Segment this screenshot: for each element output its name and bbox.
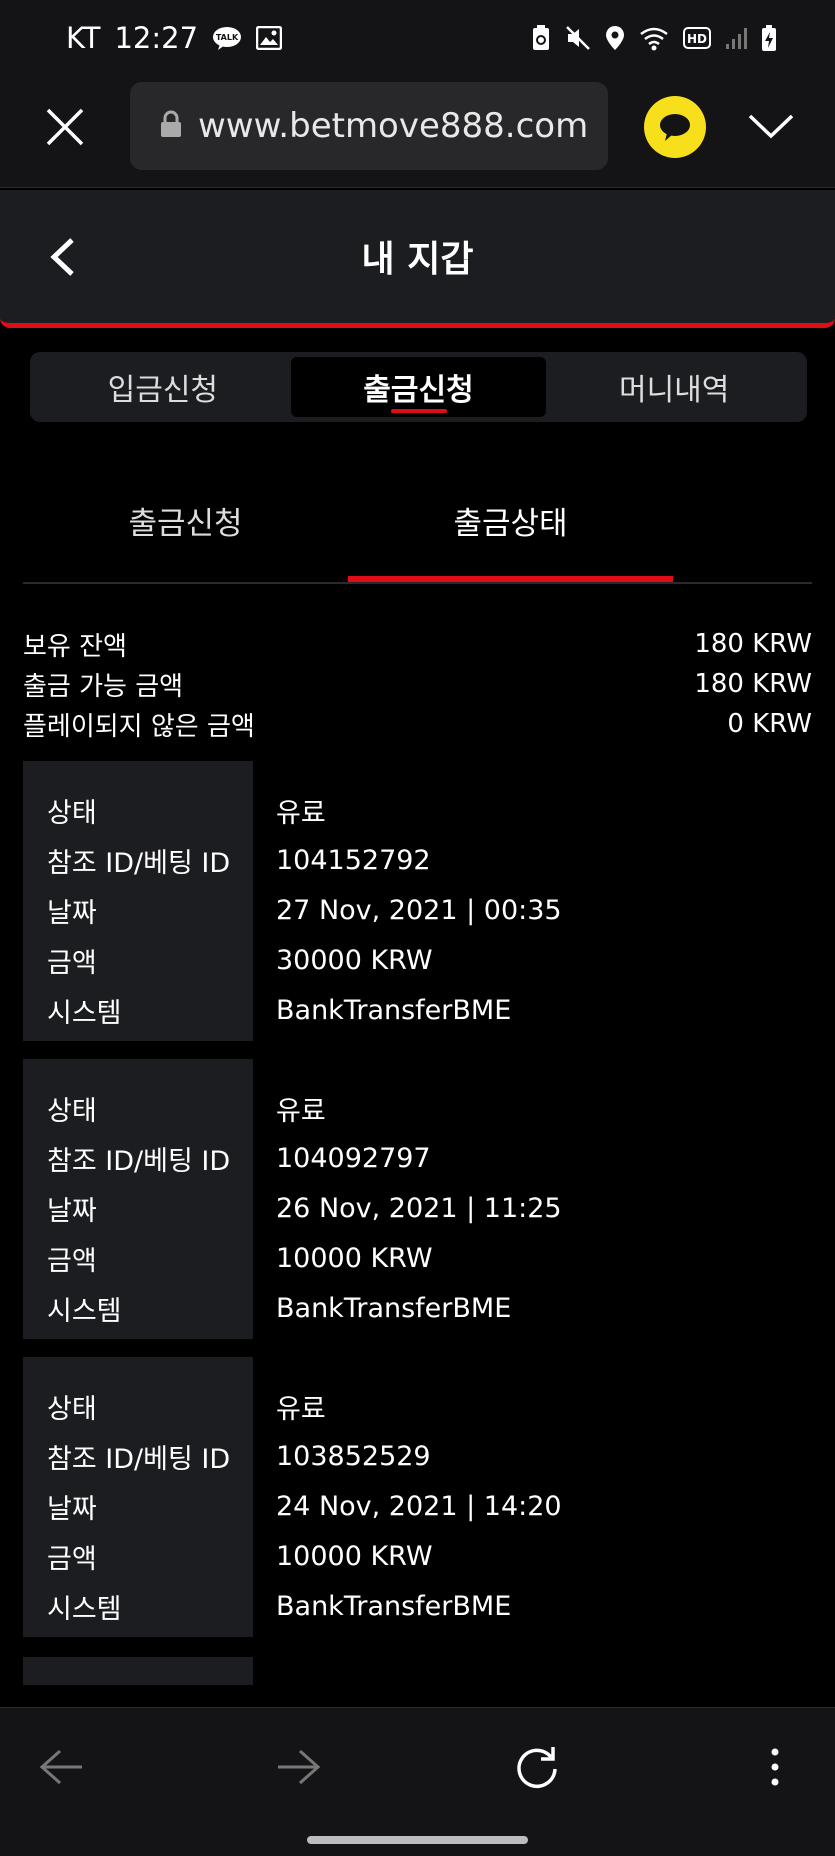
transaction-card: 상태 참조 ID/베팅 ID 날짜 금액 시스템 유료 104152792 27… — [23, 761, 812, 1041]
date-label: 날짜 — [47, 1195, 97, 1227]
lock-icon — [160, 110, 182, 142]
clock: 12:27 — [114, 21, 199, 55]
ref-id-label: 참조 ID/베팅 ID — [47, 847, 231, 879]
subtab-label: 출금신청 — [128, 505, 243, 542]
browser-toolbar: www.betmove888.com — [0, 76, 835, 188]
amount-label: 금액 — [47, 947, 97, 979]
balance-row-withdrawable: 출금 가능 금액 180 KRW — [23, 664, 812, 704]
tab-withdraw[interactable]: 출금신청 — [290, 357, 547, 417]
transaction-values: 유료 104092797 26 Nov, 2021 | 11:25 10000 … — [276, 1083, 562, 1333]
balance-row-unplayed: 플레이되지 않은 금액 0 KRW — [23, 704, 812, 744]
transaction-labels: 상태 참조 ID/베팅 ID 날짜 금액 시스템 — [23, 1357, 253, 1637]
system-label: 시스템 — [47, 1295, 122, 1327]
status-label: 상태 — [47, 797, 97, 829]
more-options-icon[interactable] — [760, 1742, 790, 1792]
subtab-withdraw-request[interactable]: 출금신청 — [23, 464, 348, 576]
transaction-card: 상태 참조 ID/베팅 ID 날짜 금액 시스템 유료 104092797 26… — [23, 1059, 812, 1339]
active-subtab-indicator — [348, 576, 673, 582]
status-value: 유료 — [276, 1095, 326, 1127]
gallery-icon — [256, 26, 283, 50]
date-value: 26 Nov, 2021 | 11:25 — [276, 1192, 562, 1224]
kakaotalk-button[interactable] — [644, 96, 706, 158]
status-label: 상태 — [47, 1393, 97, 1425]
chat-bubble-icon — [660, 114, 690, 141]
chevron-down-icon[interactable] — [746, 106, 796, 146]
date-label: 날짜 — [47, 897, 97, 929]
ref-id-label: 참조 ID/베팅 ID — [47, 1443, 231, 1475]
amount-label: 금액 — [47, 1245, 97, 1277]
balance-value: 0 KRW — [727, 709, 812, 739]
browser-bottom-nav — [0, 1707, 835, 1822]
system-value: BankTransferBME — [276, 994, 512, 1026]
refresh-icon[interactable] — [512, 1742, 562, 1792]
balance-value: 180 KRW — [694, 669, 812, 699]
balance-row-held: 보유 잔액 180 KRW — [23, 624, 812, 664]
transaction-values: 유료 103852529 24 Nov, 2021 | 14:20 10000 … — [276, 1381, 562, 1631]
gesture-bar — [0, 1822, 835, 1856]
date-label: 날짜 — [47, 1493, 97, 1525]
balance-label: 보유 잔액 — [23, 631, 127, 662]
date-value: 24 Nov, 2021 | 14:20 — [276, 1490, 562, 1522]
subtab-label: 출금상태 — [453, 505, 568, 542]
ref-id-label: 참조 ID/베팅 ID — [47, 1145, 231, 1177]
ref-id-value: 103852529 — [276, 1440, 431, 1472]
status-bar: KT 12:27 TALK HD — [0, 0, 835, 76]
ref-id-value: 104152792 — [276, 844, 431, 876]
location-icon — [605, 25, 625, 51]
system-label: 시스템 — [47, 997, 122, 1029]
subtab-withdraw-status[interactable]: 출금상태 — [348, 464, 673, 582]
status-label: 상태 — [47, 1095, 97, 1127]
active-tab-indicator — [390, 409, 447, 413]
page-title: 내 지갑 — [361, 239, 474, 280]
balance-label: 플레이되지 않은 금액 — [23, 711, 255, 742]
home-indicator[interactable] — [307, 1836, 528, 1844]
transaction-values: 유료 104152792 27 Nov, 2021 | 00:35 30000 … — [276, 785, 562, 1035]
date-value: 27 Nov, 2021 | 00:35 — [276, 894, 562, 926]
status-value: 유료 — [276, 1393, 326, 1425]
balance-label: 출금 가능 금액 — [23, 671, 184, 702]
page-header: 내 지갑 — [0, 190, 835, 328]
svg-text:HD: HD — [687, 32, 707, 46]
system-value: BankTransferBME — [276, 1292, 512, 1324]
wallet-tabs: 입금신청 출금신청 머니내역 — [30, 352, 807, 422]
wifi-icon — [639, 25, 669, 51]
ref-id-value: 104092797 — [276, 1142, 431, 1174]
tab-deposit[interactable]: 입금신청 — [35, 357, 291, 417]
url-text: www.betmove888.com — [198, 106, 589, 146]
transaction-card: 상태 참조 ID/베팅 ID 날짜 금액 시스템 유료 103852529 24… — [23, 1357, 812, 1637]
balance-value: 180 KRW — [694, 629, 812, 659]
battery-charging-icon — [761, 24, 777, 52]
svg-text:TALK: TALK — [216, 33, 239, 42]
kakaotalk-notification-icon: TALK — [212, 26, 242, 50]
amount-value: 10000 KRW — [276, 1242, 433, 1274]
system-value: BankTransferBME — [276, 1590, 512, 1622]
back-arrow-icon[interactable] — [36, 1742, 86, 1792]
signal-icon — [725, 26, 747, 50]
balance-summary: 보유 잔액 180 KRW 출금 가능 금액 180 KRW 플레이되지 않은 … — [23, 624, 812, 744]
mute-icon — [565, 25, 591, 51]
carrier-label: KT — [66, 21, 101, 55]
transaction-card-partial — [23, 1657, 253, 1685]
withdraw-subtabs: 출금신청 출금상태 — [23, 470, 812, 584]
status-value: 유료 — [276, 797, 326, 829]
tab-label: 입금신청 — [107, 373, 219, 408]
amount-value: 30000 KRW — [276, 944, 433, 976]
transaction-labels: 상태 참조 ID/베팅 ID 날짜 금액 시스템 — [23, 761, 253, 1041]
hd-voice-icon: HD — [683, 27, 711, 49]
close-icon[interactable] — [44, 106, 86, 148]
tab-label: 출금신청 — [363, 373, 474, 408]
amount-label: 금액 — [47, 1543, 97, 1575]
address-bar[interactable]: www.betmove888.com — [130, 82, 608, 170]
forward-arrow-icon[interactable] — [274, 1742, 324, 1792]
system-label: 시스템 — [47, 1593, 122, 1625]
tab-label: 머니내역 — [618, 373, 730, 408]
battery-saver-icon — [531, 24, 551, 52]
tab-money-history[interactable]: 머니내역 — [546, 357, 802, 417]
amount-value: 10000 KRW — [276, 1540, 433, 1572]
transaction-labels: 상태 참조 ID/베팅 ID 날짜 금액 시스템 — [23, 1059, 253, 1339]
